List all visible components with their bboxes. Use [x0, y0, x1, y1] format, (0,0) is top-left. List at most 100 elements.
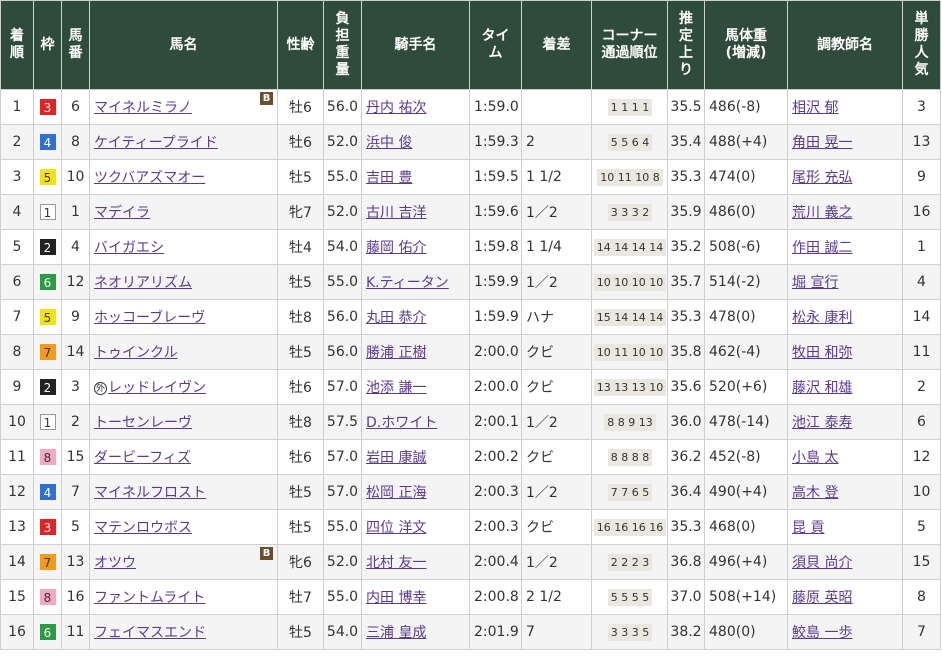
trainer-link[interactable]: 昆 貢 — [792, 520, 824, 536]
trainer-cell: 堀 宣行 — [787, 264, 903, 300]
last3f-cell: 35.6 — [667, 369, 705, 405]
waku-cell: 3 — [33, 509, 62, 545]
waku-badge: 4 — [39, 133, 56, 150]
horse-name-link[interactable]: ネオリアリズム — [94, 275, 192, 291]
table-row: 12 4 7 マイネルフロスト 牡5 57.0 松岡 正海 2:00.3 1／2 7 7 6 5 3… — [0, 474, 941, 510]
table-row: 14 7 13 オツウ B 牝6 52.0 北村 友一 2:00.4 1／2 2 2 2 3 36.8… — [0, 544, 941, 580]
corner-positions: 7 7 6 5 — [607, 483, 653, 501]
trainer-link[interactable]: 作田 誠二 — [792, 240, 852, 256]
popularity-cell: 10 — [902, 474, 941, 510]
weight-cell: 56.0 — [323, 89, 362, 125]
horse-name-link[interactable]: ファントムライト — [94, 590, 205, 606]
corner-positions: 15 14 14 14 — [593, 308, 667, 326]
popularity-cell: 11 — [902, 334, 941, 370]
horse-name-cell: ダービーフィズ — [89, 439, 278, 475]
jockey-link[interactable]: D.ホワイト — [366, 415, 437, 431]
jockey-link[interactable]: 内田 博幸 — [366, 590, 426, 606]
jockey-link[interactable]: 丸田 恭介 — [366, 310, 426, 326]
horse-name-link[interactable]: マイネルミラノ — [94, 100, 192, 116]
horse-name-link[interactable]: マテンロウボス — [94, 520, 192, 536]
jockey-link[interactable]: 藤岡 佑介 — [366, 240, 426, 256]
horse-name-cell: ツクバアズマオー — [89, 159, 278, 195]
waku-cell: 4 — [33, 474, 62, 510]
trainer-link[interactable]: 角田 晃一 — [792, 135, 852, 151]
jockey-link[interactable]: 松岡 正海 — [366, 485, 426, 501]
horse-name-link[interactable]: トゥインクル — [94, 345, 178, 361]
body-weight-value: 474 — [709, 169, 736, 185]
trainer-link[interactable]: 牧田 和弥 — [792, 345, 852, 361]
body-weight-cell: 452(-8) — [704, 439, 788, 475]
jockey-link[interactable]: 吉田 豊 — [366, 170, 412, 186]
rank-cell: 4 — [0, 194, 34, 230]
umaban-cell: 10 — [61, 159, 90, 195]
margin-cell: 1／2 — [521, 544, 592, 580]
trainer-link[interactable]: 相沢 郁 — [792, 100, 838, 116]
horse-name-link[interactable]: マイネルフロスト — [94, 485, 206, 501]
waku-badge: 2 — [39, 238, 56, 255]
horse-name-cell: トーセンレーヴ — [89, 404, 278, 440]
horse-name-link[interactable]: ホッコーブレーヴ — [94, 310, 205, 326]
umaban-cell: 15 — [61, 439, 90, 475]
trainer-link[interactable]: 高木 登 — [792, 485, 838, 501]
jockey-link[interactable]: K.ティータン — [366, 275, 449, 291]
jockey-cell: 吉田 豊 — [361, 159, 470, 195]
trainer-link[interactable]: 尾形 充弘 — [792, 170, 852, 186]
jockey-link[interactable]: 北村 友一 — [366, 555, 426, 571]
horse-name-link[interactable]: ダービーフィズ — [94, 450, 191, 466]
horse-name-link[interactable]: バイガエシ — [94, 240, 164, 256]
popularity-cell: 13 — [902, 124, 941, 160]
trainer-link[interactable]: 堀 宣行 — [792, 275, 838, 291]
corner-positions: 2 2 2 3 — [607, 553, 653, 571]
horse-name-link[interactable]: ツクバアズマオー — [94, 170, 205, 186]
trainer-link[interactable]: 小島 太 — [792, 450, 838, 466]
weight-cell: 57.0 — [323, 369, 362, 405]
horse-name-link[interactable]: フェイマスエンド — [94, 625, 206, 641]
body-weight-cell: 520(+6) — [704, 369, 788, 405]
time-cell: 1:59.9 — [469, 264, 522, 300]
waku-badge: 3 — [39, 518, 56, 535]
jockey-link[interactable]: 四位 洋文 — [366, 520, 426, 536]
jockey-link[interactable]: 三浦 皇成 — [366, 625, 426, 641]
jockey-link[interactable]: 古川 吉洋 — [366, 205, 426, 221]
sex-age-cell: 牡8 — [277, 299, 324, 335]
waku-badge: 7 — [39, 553, 56, 570]
body-weight-diff: (+6) — [735, 379, 768, 395]
horse-name-link[interactable]: トーセンレーヴ — [94, 415, 192, 431]
body-weight-value: 490 — [709, 484, 736, 500]
jockey-cell: 岩田 康誠 — [361, 439, 470, 475]
trainer-link[interactable]: 須貝 尚介 — [792, 555, 852, 571]
jockey-link[interactable]: 岩田 康誠 — [366, 450, 426, 466]
jockey-cell: 浜中 俊 — [361, 124, 470, 160]
table-row: 11 8 15 ダービーフィズ 牡6 57.0 岩田 康誠 2:00.2 クビ 8 8 8 8 36… — [0, 439, 941, 475]
horse-name-link[interactable]: ケイティープライド — [94, 135, 218, 151]
jockey-link[interactable]: 池添 謙一 — [366, 380, 426, 396]
rank-cell: 1 — [0, 89, 34, 125]
popularity-cell: 3 — [902, 89, 941, 125]
sex-age-cell: 牝7 — [277, 194, 324, 230]
trainer-link[interactable]: 藤原 英昭 — [792, 590, 852, 606]
umaban-cell: 11 — [61, 614, 90, 650]
trainer-link[interactable]: 鮫島 一歩 — [792, 625, 852, 641]
margin-cell: 1／2 — [521, 194, 592, 230]
trainer-cell: 小島 太 — [787, 439, 903, 475]
jockey-link[interactable]: 丹内 祐次 — [366, 100, 426, 116]
body-weight-value: 486 — [709, 99, 736, 115]
time-cell: 1:59.3 — [469, 124, 522, 160]
horse-name-cell: ケイティープライド — [89, 124, 278, 160]
body-weight-value: 508 — [709, 589, 736, 605]
trainer-link[interactable]: 藤沢 和雄 — [792, 380, 852, 396]
horse-name-link[interactable]: レッドレイヴン — [108, 380, 206, 396]
body-weight-cell: 490(+4) — [704, 474, 788, 510]
waku-cell: 2 — [33, 369, 62, 405]
horse-name-link[interactable]: オツウ — [94, 555, 136, 571]
trainer-cell: 須貝 尚介 — [787, 544, 903, 580]
jockey-link[interactable]: 浜中 俊 — [366, 135, 412, 151]
trainer-link[interactable]: 池江 泰寿 — [792, 415, 852, 431]
trainer-link[interactable]: 荒川 義之 — [792, 205, 852, 221]
horse-name-link[interactable]: マデイラ — [94, 205, 150, 221]
horse-name-cell: バイガエシ — [89, 229, 278, 265]
body-weight-diff: (-8) — [735, 99, 761, 115]
jockey-link[interactable]: 勝浦 正樹 — [366, 345, 426, 361]
corner-positions: 5 5 6 4 — [607, 133, 653, 151]
trainer-link[interactable]: 松永 康利 — [792, 310, 852, 326]
